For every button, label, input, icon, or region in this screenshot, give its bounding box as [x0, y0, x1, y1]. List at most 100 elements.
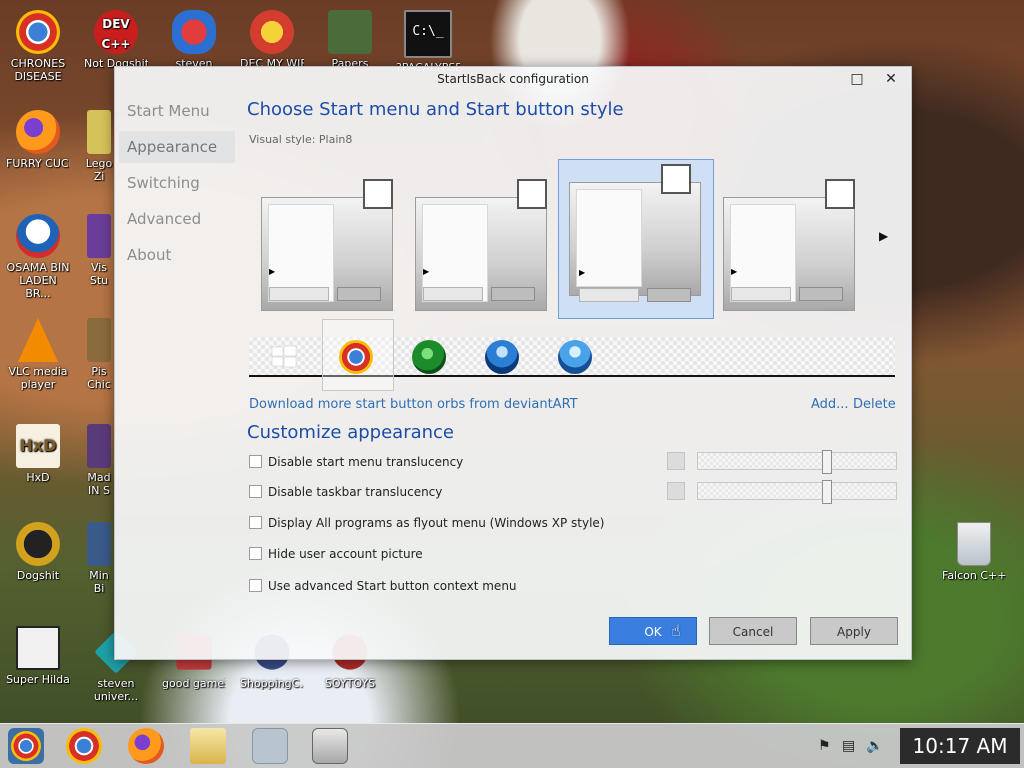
visual-style-label: Visual style: Plain8 [249, 133, 353, 146]
chrome-icon [16, 10, 60, 54]
option-advanced-context-menu[interactable]: Use advanced Start button context menu [249, 578, 517, 594]
game-icon [250, 10, 294, 54]
nav-advanced[interactable]: Advanced [119, 203, 235, 235]
user-picture-icon [363, 179, 393, 209]
nav-about[interactable]: About [119, 239, 235, 271]
volume-icon[interactable]: 🔈 [866, 738, 883, 754]
desktop-icon-obama[interactable]: OSAMA BIN LADEN BR... [6, 214, 70, 300]
start-menu-translucency-slider[interactable] [697, 450, 897, 474]
desktop-icon-vlc[interactable]: VLC media player [6, 318, 70, 391]
customize-heading: Customize appearance [247, 422, 454, 443]
option-all-programs-flyout[interactable]: Display All programs as flyout menu (Win… [249, 515, 604, 531]
slider-thumb[interactable] [822, 450, 832, 474]
desktop-icon-chrone[interactable]: CHRONES DISEASE [6, 10, 70, 83]
arrow-icon: ▶ [423, 267, 430, 276]
cancel-button[interactable]: Cancel [709, 617, 797, 645]
firefox-icon [16, 110, 60, 154]
desktop-icon-papers[interactable]: Papers [318, 10, 382, 70]
next-styles-arrow-icon[interactable]: ▶ [879, 229, 888, 243]
hxd-icon: HxD [16, 424, 60, 468]
style-thumbnail-1[interactable]: ▶ [259, 179, 393, 313]
title-bar[interactable]: StartIsBack configuration □ ✕ [115, 67, 911, 91]
windows8-orb-icon[interactable] [269, 342, 299, 372]
taskbar-network-app-icon[interactable] [252, 728, 288, 764]
ok-button[interactable]: OK [609, 617, 697, 645]
desktop-icon-super-hilda[interactable]: Super Hilda [6, 626, 70, 686]
windows-vista-orb-icon[interactable] [485, 340, 519, 374]
clock[interactable]: 10:17 AM [900, 728, 1020, 764]
checkbox[interactable] [249, 579, 262, 592]
option-disable-taskbar-translucency[interactable]: Disable taskbar translucency [249, 484, 442, 500]
recycle-bin-icon [957, 522, 991, 566]
desktop-icon-game[interactable]: DEC MY WIFEL [240, 10, 304, 70]
add-orb-link[interactable]: Add... [811, 397, 849, 412]
mouse-cursor-icon: ☝ [671, 621, 681, 640]
option-disable-start-menu-translucency[interactable]: Disable start menu translucency [249, 454, 463, 470]
checkbox[interactable] [249, 547, 262, 560]
desktop-icon-visual-studio[interactable]: Vis Stu [84, 214, 114, 287]
start-orb-strip [249, 319, 895, 391]
close-button[interactable]: ✕ [877, 69, 905, 89]
desktop-icon-falcon[interactable]: Falcon C++ [942, 522, 1006, 582]
desktop-icon-firefox[interactable]: FURRY CUCKS [6, 110, 70, 170]
desktop-icon-lego[interactable]: Lego Zi [84, 110, 114, 183]
clover-orb-icon[interactable] [412, 340, 446, 374]
game-icon-3 [87, 424, 111, 468]
option-hide-user-picture[interactable]: Hide user account picture [249, 546, 423, 562]
taskbar-chrome-icon[interactable] [66, 728, 102, 764]
desktop-icon-min[interactable]: Min Bi [84, 522, 114, 595]
close-icon: ✕ [885, 71, 897, 87]
checkbox[interactable] [249, 516, 262, 529]
style-thumbnail-3-selected[interactable]: ▶ [558, 159, 714, 319]
nav-start-menu[interactable]: Start Menu [119, 95, 235, 127]
user-picture-icon [825, 179, 855, 209]
user-picture-icon [661, 164, 691, 194]
startisback-config-dialog: StartIsBack configuration □ ✕ Start Menu… [114, 66, 912, 660]
vlc-icon [18, 318, 58, 362]
apply-button[interactable]: Apply [810, 617, 898, 645]
deviantart-link[interactable]: Download more start button orbs from dev… [249, 397, 578, 412]
taskbar-startisback-config-icon[interactable] [312, 728, 348, 764]
desktop-icon-hxd[interactable]: HxD HxD [6, 424, 70, 484]
delete-orb-link[interactable]: Delete [853, 397, 896, 412]
checkbox[interactable] [249, 485, 262, 498]
obama-logo-icon [16, 214, 60, 258]
desktop-icon-steven[interactable]: steven [162, 10, 226, 70]
flag-icon[interactable]: ⚑ [818, 738, 831, 754]
taskbar-firefox-icon[interactable] [128, 728, 164, 764]
slider-thumb[interactable] [822, 480, 832, 504]
papers-icon [328, 10, 372, 54]
desktop-icon-pis[interactable]: Pis Chic [84, 318, 114, 391]
window-title: StartIsBack configuration [437, 72, 589, 86]
visual-style-value: Plain8 [318, 133, 353, 146]
devcpp-icon: DEV C++ [94, 10, 138, 54]
taskbar: ⚑ ▤ 🔈 10:17 AM [0, 723, 1024, 768]
windows7-orb-icon[interactable] [558, 340, 592, 374]
start-menu-color-swatch[interactable] [667, 452, 685, 470]
start-button[interactable] [8, 728, 44, 764]
chrome-start-orb-icon [11, 731, 41, 761]
checkbox[interactable] [249, 455, 262, 468]
nav-appearance[interactable]: Appearance [119, 131, 235, 163]
steven-icon [172, 10, 216, 54]
style-thumbnail-2[interactable]: ▶ [413, 179, 547, 313]
taskbar-explorer-icon[interactable] [190, 728, 226, 764]
game-icon-2 [87, 318, 111, 362]
code-icon [16, 522, 60, 566]
desktop-icon-dogshit[interactable]: Dogshit [6, 522, 70, 582]
style-thumbnail-4[interactable]: ▶ [721, 179, 855, 313]
taskbar-translucency-slider[interactable] [697, 480, 897, 504]
style-heading: Choose Start menu and Start button style [247, 99, 624, 120]
maximize-button[interactable]: □ [843, 69, 871, 89]
arrow-icon: ▶ [731, 267, 738, 276]
network-icon[interactable]: ▤ [842, 738, 855, 754]
desktop-icon-devcpp[interactable]: DEV C++ Not Dogshit [84, 10, 148, 70]
arrow-icon: ▶ [579, 268, 586, 277]
desktop-icon-mad[interactable]: Mad IN S [84, 424, 114, 497]
cmd-icon: C:\_ [404, 10, 452, 58]
desktop-icon-cmd[interactable]: C:\_ ?PACALYPSE [396, 10, 460, 74]
chrome-orb-icon[interactable] [339, 340, 373, 374]
nav-switching[interactable]: Switching [119, 167, 235, 199]
taskbar-color-swatch[interactable] [667, 482, 685, 500]
user-picture-icon [517, 179, 547, 209]
